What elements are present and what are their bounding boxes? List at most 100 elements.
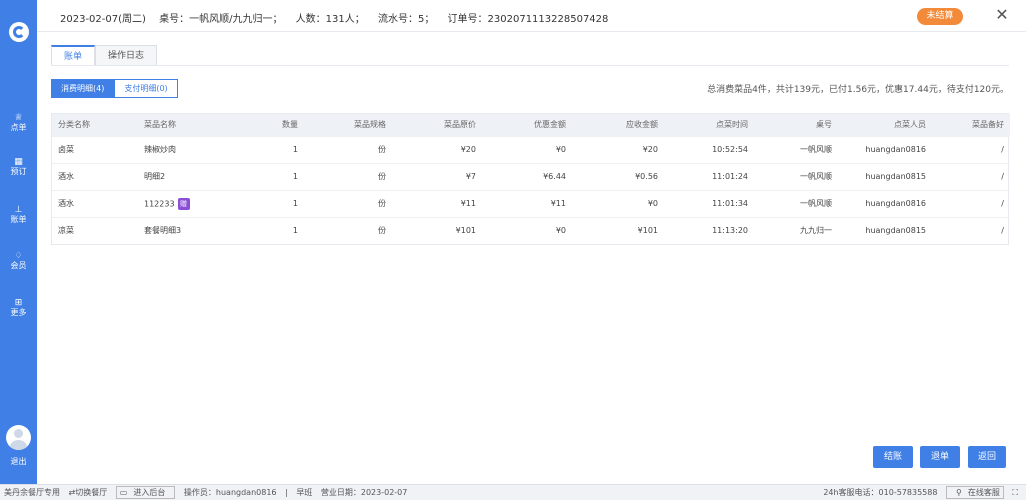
payment-detail-button[interactable]: 支付明细(0) (114, 79, 178, 98)
cell-spec: 份 (304, 162, 392, 190)
cell-table: 一帆风顺 (754, 189, 838, 217)
table-row[interactable]: 酒水 112233 赠 1 份 ¥11 ¥11 ¥0 11:01:34 一帆风顺 … (52, 189, 1010, 217)
col-spec: 菜品规格 (304, 114, 392, 136)
cell-staff: huangdan0815 (838, 162, 932, 190)
status-bar: 美丹余餐厅专用 ⇄切换餐厅 ▭ 进入后台 操作员：huangdan0816 | 早… (0, 484, 1026, 500)
cell-dish-name: 明细2 (138, 162, 248, 190)
cell-quantity: 1 (248, 135, 304, 163)
detail-switch: 消费明细(4) 支付明细(0) (51, 79, 178, 98)
col-table: 桌号 (754, 114, 838, 136)
online-service-button[interactable]: ⚲ 在线客服 (945, 486, 1004, 499)
cell-discount: ¥6.44 (482, 162, 572, 190)
cell-original-price: ¥7 (392, 162, 482, 190)
cell-table: 一帆风顺 (754, 162, 838, 190)
cell-staff: huangdan0815 (838, 216, 932, 244)
grid-icon: ⊞ (14, 298, 23, 308)
online-service-label: 在线客服 (967, 488, 1000, 497)
tab-operation-log[interactable]: 操作日志 (95, 45, 158, 65)
sidebar-item-label: 更多 (10, 308, 27, 317)
table-row[interactable]: 凉菜 套餐明细3 1 份 ¥101 ¥0 ¥101 11:13:20 九九归一 … (52, 216, 1010, 244)
cell-table: 九九归一 (754, 216, 838, 244)
cell-receivable: ¥0 (572, 189, 664, 217)
cell-quantity: 1 (248, 189, 304, 217)
sidebar-item-bill[interactable]: ⊥ 账单 (0, 205, 37, 225)
sidebar-item-order[interactable]: ♕ 点单 (0, 113, 37, 133)
cup-icon: ♕ (14, 113, 23, 123)
tab-bar: 账单 操作日志 (51, 45, 158, 65)
cell-dish-name: 辣椒炒肉 (138, 135, 248, 163)
col-order-time: 点菜时间 (664, 114, 754, 136)
shift: 早班 (296, 488, 313, 497)
cell-preference: / (932, 189, 1010, 217)
monitor-icon: ▭ (119, 488, 128, 497)
cell-staff: huangdan0816 (838, 189, 932, 217)
cell-discount: ¥0 (482, 135, 572, 163)
cell-category: 卤菜 (52, 135, 138, 163)
col-original-price: 菜品原价 (392, 114, 482, 136)
col-quantity: 数量 (248, 114, 304, 136)
cell-order-time: 11:01:24 (664, 162, 754, 190)
refund-button[interactable]: 退单 (920, 446, 960, 468)
cell-spec: 份 (304, 135, 392, 163)
sidebar-item-member[interactable]: ♢ 会员 (0, 251, 37, 271)
cell-original-price: ¥11 (392, 189, 482, 217)
cell-quantity: 1 (248, 162, 304, 190)
cell-spec: 份 (304, 216, 392, 244)
cell-order-time: 11:13:20 (664, 216, 754, 244)
diamond-icon: ♢ (14, 251, 23, 261)
avatar[interactable] (6, 425, 31, 450)
cell-preference: / (932, 135, 1010, 163)
restaurant-mode: 美丹余餐厅专用 (4, 488, 60, 497)
order-info: 2023-02-07(周二) 桌号：一帆风顺/九九归一； 人数：131人； 流水… (60, 10, 618, 25)
cell-table: 一帆风顺 (754, 135, 838, 163)
table-header-row: 分类名称 菜品名称 数量 菜品规格 菜品原价 优惠金额 应收金额 点菜时间 桌号… (52, 114, 1010, 136)
cell-discount: ¥0 (482, 216, 572, 244)
cell-order-time: 10:52:54 (664, 135, 754, 163)
cell-discount: ¥11 (482, 189, 572, 217)
order-table: 桌号：一帆风顺/九九归一； (159, 14, 283, 25)
cell-original-price: ¥20 (392, 135, 482, 163)
dish-name-text: 112233 (144, 199, 175, 208)
cell-order-time: 11:01:34 (664, 189, 754, 217)
fullscreen-icon[interactable]: ⛶ (1012, 488, 1018, 497)
cell-receivable: ¥101 (572, 216, 664, 244)
switch-restaurant-button[interactable]: ⇄切换餐厅 (69, 488, 108, 497)
bill-summary: 总消费菜品4件，共计139元，已付1.56元，优惠17.44元，待支付120元。 (707, 85, 1009, 95)
tab-bill[interactable]: 账单 (51, 45, 96, 65)
sidebar-item-more[interactable]: ⊞ 更多 (0, 298, 37, 318)
main-panel: 账单 操作日志 消费明细(4) 支付明细(0) 总消费菜品4件，共计139元，已… (37, 32, 1026, 484)
enter-backend-button[interactable]: ▭ 进入后台 (115, 486, 176, 499)
cell-quantity: 1 (248, 216, 304, 244)
col-preference: 菜品备好 (932, 114, 1010, 136)
bar-chart-icon: ⊥ (14, 205, 23, 215)
back-button[interactable]: 返回 (968, 446, 1006, 468)
order-serial: 流水号：5； (377, 14, 435, 25)
gift-badge: 赠 (177, 197, 190, 210)
cell-dish-name: 套餐明细3 (138, 216, 248, 244)
location-icon: ⚲ (955, 488, 962, 497)
order-date: 2023-02-07(周二) (60, 14, 146, 25)
logout-button[interactable]: 退出 (0, 456, 37, 467)
divider: | (285, 488, 288, 497)
cell-staff: huangdan0816 (838, 135, 932, 163)
business-date: 营业日期：2023-02-07 (320, 488, 408, 497)
consumption-detail-button[interactable]: 消费明细(4) (51, 79, 115, 98)
table-row[interactable]: 酒水 明细2 1 份 ¥7 ¥6.44 ¥0.56 11:01:24 一帆风顺 … (52, 162, 1010, 190)
sidebar-item-reservation[interactable]: ▦ 预订 (0, 157, 37, 177)
calendar-icon: ▦ (14, 157, 23, 167)
operator: 操作员：huangdan0816 (183, 488, 277, 497)
cell-preference: / (932, 162, 1010, 190)
tab-divider (51, 65, 1009, 66)
cell-category: 凉菜 (52, 216, 138, 244)
hotline: 24h客服电话：010-57835588 (823, 488, 938, 497)
enter-backend-label: 进入后台 (133, 488, 166, 497)
close-icon[interactable]: ✕ (992, 5, 1012, 25)
sidebar-item-label: 点单 (10, 123, 27, 132)
col-receivable: 应收金额 (572, 114, 664, 136)
table-row[interactable]: 卤菜 辣椒炒肉 1 份 ¥20 ¥0 ¥20 10:52:54 一帆风顺 hua… (52, 135, 1010, 163)
col-discount: 优惠金额 (482, 114, 572, 136)
sidebar-item-label: 预订 (10, 167, 27, 176)
dish-table: 分类名称 菜品名称 数量 菜品规格 菜品原价 优惠金额 应收金额 点菜时间 桌号… (51, 113, 1010, 245)
app-logo-icon (9, 22, 29, 42)
checkout-button[interactable]: 结账 (873, 446, 913, 468)
